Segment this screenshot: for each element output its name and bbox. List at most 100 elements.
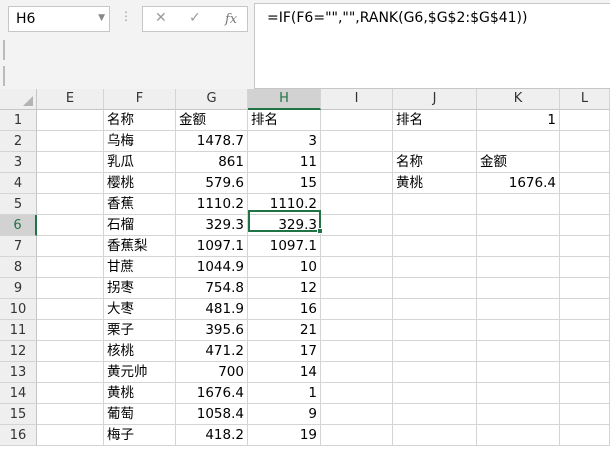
cell-h12[interactable]: 17: [248, 341, 321, 362]
cell-h11[interactable]: 21: [248, 320, 321, 341]
confirm-icon[interactable]: ✓: [189, 10, 201, 26]
name-box[interactable]: H6 ▼: [8, 6, 110, 32]
row-header-11[interactable]: 11: [0, 320, 37, 341]
cell-g7[interactable]: 1097.1: [176, 236, 248, 257]
cell-g12[interactable]: 471.2: [176, 341, 248, 362]
cell-l6[interactable]: [560, 215, 610, 236]
cell-e16[interactable]: [37, 425, 104, 446]
column-header-j[interactable]: J: [393, 89, 477, 110]
cell-j15[interactable]: [393, 404, 477, 425]
cell-i1[interactable]: [321, 110, 393, 131]
cell-e15[interactable]: [37, 404, 104, 425]
cell-k12[interactable]: [477, 341, 560, 362]
cell-e7[interactable]: [37, 236, 104, 257]
cell-f2[interactable]: 乌梅: [104, 131, 176, 152]
cell-f8[interactable]: 甘蔗: [104, 257, 176, 278]
cell-g4[interactable]: 579.6: [176, 173, 248, 194]
cell-g3[interactable]: 861: [176, 152, 248, 173]
insert-function-icon[interactable]: fx: [225, 12, 237, 27]
cell-h15[interactable]: 9: [248, 404, 321, 425]
row-header-4[interactable]: 4: [0, 173, 37, 194]
cell-k9[interactable]: [477, 278, 560, 299]
more-options-icon[interactable]: ⋮: [120, 9, 132, 23]
cell-j8[interactable]: [393, 257, 477, 278]
cell-l13[interactable]: [560, 362, 610, 383]
cell-j3[interactable]: 名称: [393, 152, 477, 173]
cell-i14[interactable]: [321, 383, 393, 404]
cell-i9[interactable]: [321, 278, 393, 299]
cell-f14[interactable]: 黄桃: [104, 383, 176, 404]
cell-f7[interactable]: 香蕉梨: [104, 236, 176, 257]
cell-g8[interactable]: 1044.9: [176, 257, 248, 278]
cell-g6[interactable]: 329.3: [176, 215, 248, 236]
row-header-12[interactable]: 12: [0, 341, 37, 362]
cell-h3[interactable]: 11: [248, 152, 321, 173]
cell-l5[interactable]: [560, 194, 610, 215]
cell-h14[interactable]: 1: [248, 383, 321, 404]
cell-e5[interactable]: [37, 194, 104, 215]
cell-k6[interactable]: [477, 215, 560, 236]
cell-k1[interactable]: 1: [477, 110, 560, 131]
column-header-f[interactable]: F: [104, 89, 176, 110]
cell-h2[interactable]: 3: [248, 131, 321, 152]
cell-f9[interactable]: 拐枣: [104, 278, 176, 299]
cell-k13[interactable]: [477, 362, 560, 383]
row-header-5[interactable]: 5: [0, 194, 37, 215]
cell-i8[interactable]: [321, 257, 393, 278]
cell-k14[interactable]: [477, 383, 560, 404]
cell-l11[interactable]: [560, 320, 610, 341]
cell-i15[interactable]: [321, 404, 393, 425]
cell-e1[interactable]: [37, 110, 104, 131]
cell-j12[interactable]: [393, 341, 477, 362]
cell-j4[interactable]: 黄桃: [393, 173, 477, 194]
cell-f12[interactable]: 核桃: [104, 341, 176, 362]
row-header-2[interactable]: 2: [0, 131, 37, 152]
cell-j13[interactable]: [393, 362, 477, 383]
row-header-16[interactable]: 16: [0, 425, 37, 446]
row-header-10[interactable]: 10: [0, 299, 37, 320]
cell-g10[interactable]: 481.9: [176, 299, 248, 320]
cell-i5[interactable]: [321, 194, 393, 215]
cell-f1[interactable]: 名称: [104, 110, 176, 131]
cell-l10[interactable]: [560, 299, 610, 320]
cell-l7[interactable]: [560, 236, 610, 257]
column-header-l[interactable]: L: [560, 89, 610, 110]
cell-k10[interactable]: [477, 299, 560, 320]
cell-g13[interactable]: 700: [176, 362, 248, 383]
cell-g5[interactable]: 1110.2: [176, 194, 248, 215]
cell-g15[interactable]: 1058.4: [176, 404, 248, 425]
cell-e14[interactable]: [37, 383, 104, 404]
cell-e6[interactable]: [37, 215, 104, 236]
cell-g11[interactable]: 395.6: [176, 320, 248, 341]
cell-l8[interactable]: [560, 257, 610, 278]
cell-k7[interactable]: [477, 236, 560, 257]
cell-k5[interactable]: [477, 194, 560, 215]
row-header-13[interactable]: 13: [0, 362, 37, 383]
row-header-3[interactable]: 3: [0, 152, 37, 173]
cell-e10[interactable]: [37, 299, 104, 320]
cell-i11[interactable]: [321, 320, 393, 341]
column-header-e[interactable]: E: [37, 89, 104, 110]
cell-f5[interactable]: 香蕉: [104, 194, 176, 215]
cell-k16[interactable]: [477, 425, 560, 446]
column-header-i[interactable]: I: [321, 89, 393, 110]
cell-j2[interactable]: [393, 131, 477, 152]
cell-i16[interactable]: [321, 425, 393, 446]
cell-l1[interactable]: [560, 110, 610, 131]
cell-g9[interactable]: 754.8: [176, 278, 248, 299]
cell-f3[interactable]: 乳瓜: [104, 152, 176, 173]
cell-f10[interactable]: 大枣: [104, 299, 176, 320]
cell-k8[interactable]: [477, 257, 560, 278]
cell-j11[interactable]: [393, 320, 477, 341]
column-header-g[interactable]: G: [176, 89, 248, 110]
cell-l14[interactable]: [560, 383, 610, 404]
cell-l3[interactable]: [560, 152, 610, 173]
cell-g14[interactable]: 1676.4: [176, 383, 248, 404]
row-header-6[interactable]: 6: [0, 215, 37, 236]
cell-f13[interactable]: 黄元帅: [104, 362, 176, 383]
cell-j5[interactable]: [393, 194, 477, 215]
cell-f16[interactable]: 梅子: [104, 425, 176, 446]
row-header-1[interactable]: 1: [0, 110, 37, 131]
cell-g2[interactable]: 1478.7: [176, 131, 248, 152]
cell-k15[interactable]: [477, 404, 560, 425]
